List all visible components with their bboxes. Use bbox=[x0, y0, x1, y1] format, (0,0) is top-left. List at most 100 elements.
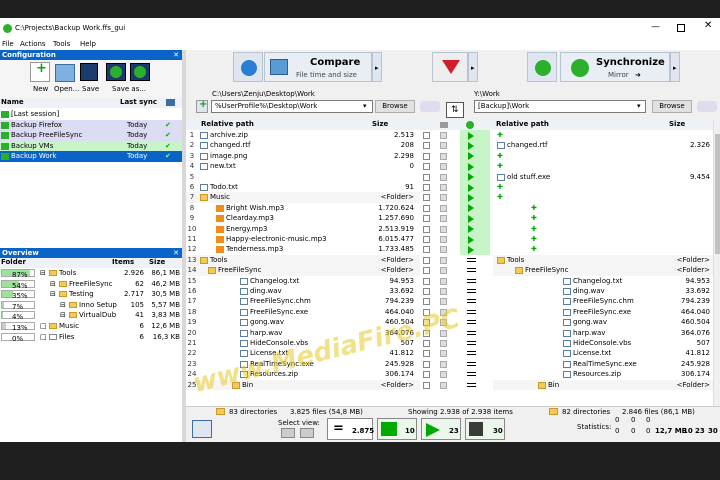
right-file-row[interactable]: ✚ bbox=[493, 202, 713, 214]
right-col-relative-path[interactable]: Relative path bbox=[496, 120, 549, 128]
sync-settings-button[interactable] bbox=[527, 52, 557, 82]
overview-row[interactable]: 87% ⊟ Tools 2.926 86,1 MB bbox=[0, 268, 182, 279]
row-checkbox[interactable] bbox=[423, 350, 430, 358]
right-file-row[interactable]: Bin <Folder> bbox=[493, 379, 713, 390]
action-row[interactable] bbox=[420, 150, 493, 162]
category-icon[interactable] bbox=[440, 122, 448, 128]
overview-row[interactable]: 4% ⊟ VirtualDub 41 3,83 MB bbox=[0, 310, 182, 321]
row-checkbox[interactable] bbox=[423, 360, 430, 368]
action-row[interactable] bbox=[420, 244, 493, 255]
close-panel-icon[interactable]: ✕ bbox=[173, 50, 179, 60]
equal-icon[interactable] bbox=[467, 299, 476, 304]
action-row[interactable] bbox=[420, 359, 493, 369]
layout-view-icon[interactable] bbox=[192, 420, 212, 438]
copy-right-icon[interactable] bbox=[468, 131, 474, 140]
right-file-row[interactable]: ✚ bbox=[493, 182, 713, 193]
right-file-row[interactable]: FreeFileSync.exe 464.040 bbox=[493, 306, 713, 318]
equal-icon[interactable] bbox=[467, 351, 476, 356]
row-checkbox[interactable] bbox=[423, 256, 430, 264]
left-file-row[interactable]: 11 Happy-electronic-music.mp3 6.015.477 bbox=[186, 234, 420, 245]
action-row[interactable] bbox=[420, 213, 493, 224]
overview-row[interactable]: 54% ⊟ FreeFileSync 62 46,2 MB bbox=[0, 279, 182, 290]
right-file-row[interactable]: ✚ bbox=[493, 150, 713, 162]
left-file-row[interactable]: 13 Tools <Folder> bbox=[186, 254, 420, 266]
right-file-row[interactable]: License.txt 41.812 bbox=[493, 348, 713, 359]
cloud-icon[interactable] bbox=[420, 101, 440, 112]
copy-right-icon[interactable] bbox=[468, 225, 474, 234]
save-as-config-icon[interactable] bbox=[106, 63, 126, 81]
copy-right-icon[interactable] bbox=[468, 245, 474, 254]
equal-icon[interactable] bbox=[467, 257, 476, 262]
left-file-row[interactable]: 6 Todo.txt 91 bbox=[186, 182, 420, 193]
right-file-row[interactable]: changed.rtf 2.326 bbox=[493, 140, 713, 151]
right-folder-input[interactable]: [Backup]\Work bbox=[474, 100, 646, 113]
view-action-icon[interactable] bbox=[300, 428, 314, 438]
config-item[interactable]: Backup VMs Today ✔ bbox=[0, 140, 182, 151]
row-checkbox[interactable] bbox=[423, 288, 430, 295]
copy-right-icon[interactable] bbox=[468, 141, 474, 150]
copy-right-icon[interactable] bbox=[468, 183, 474, 192]
row-checkbox[interactable] bbox=[423, 194, 430, 202]
copy-right-icon[interactable] bbox=[468, 235, 474, 244]
filter-create-right-button[interactable]: 10 bbox=[377, 418, 417, 440]
row-checkbox[interactable] bbox=[423, 225, 430, 233]
right-file-row[interactable]: ✚ bbox=[493, 161, 713, 172]
action-row[interactable] bbox=[420, 182, 493, 193]
filter-button[interactable] bbox=[432, 52, 468, 82]
left-file-row[interactable]: 7 Music <Folder> bbox=[186, 192, 420, 203]
equal-icon[interactable] bbox=[467, 330, 476, 335]
right-file-row[interactable]: ✚ bbox=[493, 192, 713, 203]
action-row[interactable] bbox=[420, 348, 493, 358]
row-checkbox[interactable] bbox=[423, 277, 430, 285]
left-folder-input[interactable]: %UserProfile%\Desktop\Work bbox=[211, 100, 373, 113]
overview-row[interactable]: 35% ⊟ Testing 2.717 30,5 MB bbox=[0, 289, 182, 300]
left-file-row[interactable]: 9 Clearday.mp3 1.257.690 bbox=[186, 213, 420, 224]
sync-direction-icon[interactable] bbox=[466, 121, 474, 129]
col-last-sync[interactable]: Last sync bbox=[120, 98, 157, 106]
expand-toggle-icon[interactable]: □ bbox=[40, 332, 47, 342]
col-size[interactable]: Size bbox=[149, 258, 165, 266]
swap-sides-button[interactable]: ⇅ bbox=[446, 102, 464, 118]
equal-icon[interactable] bbox=[467, 361, 476, 366]
equal-icon[interactable] bbox=[467, 278, 476, 283]
right-file-row[interactable]: ding.wav 33.692 bbox=[493, 286, 713, 297]
action-row[interactable] bbox=[420, 255, 493, 265]
action-row[interactable] bbox=[420, 202, 493, 214]
right-file-row[interactable]: RealTimeSync.exe 245.928 bbox=[493, 358, 713, 370]
action-row[interactable] bbox=[420, 171, 493, 182]
equal-icon[interactable] bbox=[467, 268, 476, 273]
filter-dropdown[interactable]: ▸ bbox=[468, 52, 478, 82]
action-row[interactable] bbox=[420, 234, 493, 245]
left-file-row[interactable]: 8 Bright Wish.mp3 1.720.624 bbox=[186, 202, 420, 214]
chevron-down-icon[interactable]: ▾ bbox=[637, 101, 641, 111]
action-row[interactable] bbox=[420, 286, 493, 296]
row-checkbox[interactable] bbox=[423, 142, 430, 150]
row-checkbox[interactable] bbox=[423, 204, 430, 212]
right-browse-button[interactable]: Browse bbox=[652, 100, 692, 113]
compare-settings-button[interactable] bbox=[233, 52, 263, 82]
row-checkbox[interactable] bbox=[423, 381, 430, 389]
left-file-row[interactable]: 3 image.png 2.298 bbox=[186, 150, 420, 162]
row-checkbox[interactable] bbox=[423, 184, 430, 191]
left-col-relative-path[interactable]: Relative path bbox=[201, 120, 254, 128]
expand-toggle-icon[interactable]: □ bbox=[40, 321, 47, 331]
action-row[interactable] bbox=[420, 140, 493, 151]
left-file-row[interactable]: 14 FreeFileSync <Folder> bbox=[186, 265, 420, 276]
left-file-row[interactable]: 18 FreeFileSync.exe 464.040 bbox=[186, 306, 420, 318]
left-file-row[interactable]: 2 changed.rtf 208 bbox=[186, 140, 420, 151]
col-folder[interactable]: Folder bbox=[1, 258, 26, 266]
right-file-row[interactable]: gong.wav 460.504 bbox=[493, 317, 713, 328]
left-file-row[interactable]: 10 Energy.mp3 2.513.919 bbox=[186, 223, 420, 234]
close-panel-icon[interactable]: ✕ bbox=[173, 248, 179, 258]
equal-icon[interactable] bbox=[467, 309, 476, 314]
action-row[interactable] bbox=[420, 192, 493, 203]
action-row[interactable] bbox=[420, 265, 493, 275]
copy-right-icon[interactable] bbox=[468, 173, 474, 182]
action-row[interactable] bbox=[420, 380, 493, 390]
expand-toggle-icon[interactable]: ⊟ bbox=[50, 289, 56, 299]
menu-actions[interactable]: Actions bbox=[20, 39, 46, 50]
row-checkbox[interactable] bbox=[423, 267, 430, 275]
left-col-size[interactable]: Size bbox=[372, 120, 388, 128]
menu-help[interactable]: Help bbox=[80, 39, 96, 50]
left-file-row[interactable]: 12 Tenderness.mp3 1.733.485 bbox=[186, 244, 420, 255]
